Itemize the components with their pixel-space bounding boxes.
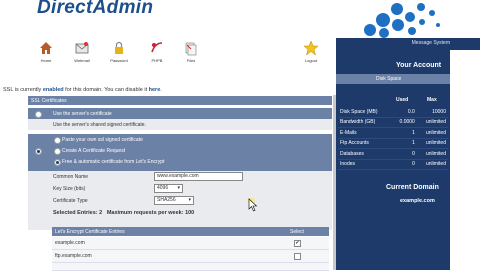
table-row: Disk Space (MB) 0.0 10000 xyxy=(338,107,448,118)
stat-max: unlimited xyxy=(416,117,448,128)
stat-max: unlimited xyxy=(416,138,448,149)
col-used: Used xyxy=(396,97,409,103)
max-requests: Maximum requests per week: 100 xyxy=(106,210,195,216)
table-row: Databases 0 unlimited xyxy=(338,148,448,160)
table-row: Inodes 0 unlimited xyxy=(338,159,448,170)
files-icon xyxy=(185,42,197,56)
stat-label: E-Mails xyxy=(338,127,392,139)
server-certificate-desc: Use the server's shared signed certifica… xyxy=(53,122,146,128)
ssl-status-period: . xyxy=(160,87,162,93)
message-system-bar[interactable]: Message System xyxy=(336,38,480,50)
stat-label: Ftp Accounts xyxy=(338,138,392,149)
header: DirectAdmin xyxy=(0,0,480,38)
stat-max: unlimited xyxy=(416,127,448,139)
stat-used: 0 xyxy=(391,159,417,170)
nav-home[interactable]: Home xyxy=(31,40,61,63)
selected-entries: Selected Entries: 2 xyxy=(53,210,103,216)
disk-space-header: Disk Space xyxy=(376,76,402,82)
nav-phpb[interactable]: PHPB xyxy=(142,40,172,63)
disk-space-header-bar: Disk Space xyxy=(336,74,450,84)
stat-max: 10000 xyxy=(416,107,448,118)
webmail-icon xyxy=(75,42,89,54)
certificate-type-select[interactable]: SHA256 xyxy=(154,196,194,205)
letsencrypt-label[interactable]: Free & automatic certificate from Let's … xyxy=(62,159,164,165)
ssl-certificates-title: SSL Certificates xyxy=(31,97,67,104)
le-entry-checkbox[interactable] xyxy=(294,253,301,260)
stat-used: 1 xyxy=(391,127,417,139)
letsencrypt-table-header: Let's Encrypt Certificate Entries Select xyxy=(52,227,329,236)
stat-label: Disk Space (MB) xyxy=(338,107,392,118)
password-icon xyxy=(115,41,123,54)
current-domain-title: Current Domain xyxy=(386,184,439,191)
nav-home-label: Home xyxy=(40,58,52,63)
table-row: E-Mails 1 unlimited xyxy=(338,127,448,139)
ssl-status-suffix: for this domain. You can disable it xyxy=(63,87,149,93)
nav-files[interactable]: Files xyxy=(176,40,206,63)
col-max: Max xyxy=(427,97,437,103)
ssl-certificates-header: SSL Certificates xyxy=(28,96,332,105)
stat-used: 0.0000 xyxy=(391,117,417,128)
common-name-label: Common Name xyxy=(53,174,89,180)
custom-certificate-radio[interactable] xyxy=(35,148,42,155)
nav-logout-label: Logout xyxy=(304,58,318,63)
ssl-status-value: enabled xyxy=(42,87,64,93)
ssl-status-line: SSL is currently enabled for this domain… xyxy=(3,87,162,93)
nav-logout[interactable]: Logout xyxy=(296,40,326,63)
common-name-input[interactable]: www.example.com xyxy=(154,172,243,181)
your-account-title: Your Account xyxy=(396,62,442,69)
logout-icon xyxy=(303,40,319,56)
nav-phpb-label: PHPB xyxy=(151,58,163,63)
stat-label: Bandwidth (GB) xyxy=(338,117,392,128)
key-size-value: 4096 xyxy=(157,185,169,191)
selected-entries-line: Selected Entries: 2 Maximum requests per… xyxy=(53,210,194,216)
stat-label: Inodes xyxy=(338,159,392,170)
stat-used: 0.0 xyxy=(391,107,417,118)
account-usage-table: Disk Space (MB) 0.0 10000 Bandwidth (GB) 0.… xyxy=(338,107,448,170)
server-certificate-radio[interactable] xyxy=(35,111,42,118)
table-row: Ftp Accounts 1 unlimited xyxy=(338,138,448,149)
table-row: Bandwidth (GB) 0.0000 unlimited xyxy=(338,117,448,128)
message-system-label: Message System xyxy=(411,40,450,46)
stat-max: unlimited xyxy=(416,159,448,170)
certificate-type-label: Certificate Type xyxy=(53,198,88,204)
le-entry-name: example.com xyxy=(55,240,85,246)
certificate-type-value: SHA256 xyxy=(157,197,176,203)
table-row: example.com ✔ xyxy=(52,237,329,250)
ssl-status-prefix: SSL is currently xyxy=(3,87,43,93)
key-size-select[interactable]: 4096 xyxy=(154,184,183,193)
cert-request-label[interactable]: Create A Certificate Request xyxy=(62,148,125,154)
nav-password-label: Password xyxy=(110,58,128,63)
paste-cert-label[interactable]: Paste your own ssl signed certificate xyxy=(62,137,143,143)
nav-password[interactable]: Password xyxy=(104,40,134,63)
nav-files-label: Files xyxy=(186,58,196,63)
paste-cert-radio[interactable] xyxy=(54,137,61,144)
bubbles-logo-graphic xyxy=(364,3,440,38)
letsencrypt-radio[interactable] xyxy=(54,159,61,166)
table-row: ftp.example.com xyxy=(52,250,329,263)
stat-used: 1 xyxy=(391,138,417,149)
stat-max: unlimited xyxy=(416,148,448,160)
ssl-disable-link[interactable]: here xyxy=(149,87,161,93)
app-logo[interactable]: DirectAdmin xyxy=(37,0,153,19)
stat-used: 0 xyxy=(391,148,417,160)
le-col-select: Select xyxy=(290,228,304,235)
mouse-cursor-icon xyxy=(248,198,258,212)
stat-label: Databases xyxy=(338,148,392,160)
server-certificate-label: Use the server's certificate xyxy=(53,110,112,117)
server-certificate-option[interactable]: Use the server's certificate xyxy=(48,108,332,119)
le-entry-name: ftp.example.com xyxy=(55,253,92,259)
nav-webmail-label: Webmail xyxy=(74,58,90,63)
account-columns: Used Max xyxy=(336,95,450,105)
cert-request-radio[interactable] xyxy=(54,148,61,155)
current-domain-value[interactable]: example.com xyxy=(400,198,435,204)
le-entry-checkbox[interactable]: ✔ xyxy=(294,240,301,247)
top-navigation: Home Webmail Password PHPB Files Logout xyxy=(0,38,336,69)
home-icon xyxy=(40,42,52,54)
nav-webmail[interactable]: Webmail xyxy=(67,40,97,63)
sidebar-edge xyxy=(450,50,480,270)
phpmyadmin-icon xyxy=(151,42,163,53)
le-col-entries: Let's Encrypt Certificate Entries xyxy=(55,228,125,235)
key-size-label: Key Size (bits) xyxy=(53,186,86,192)
